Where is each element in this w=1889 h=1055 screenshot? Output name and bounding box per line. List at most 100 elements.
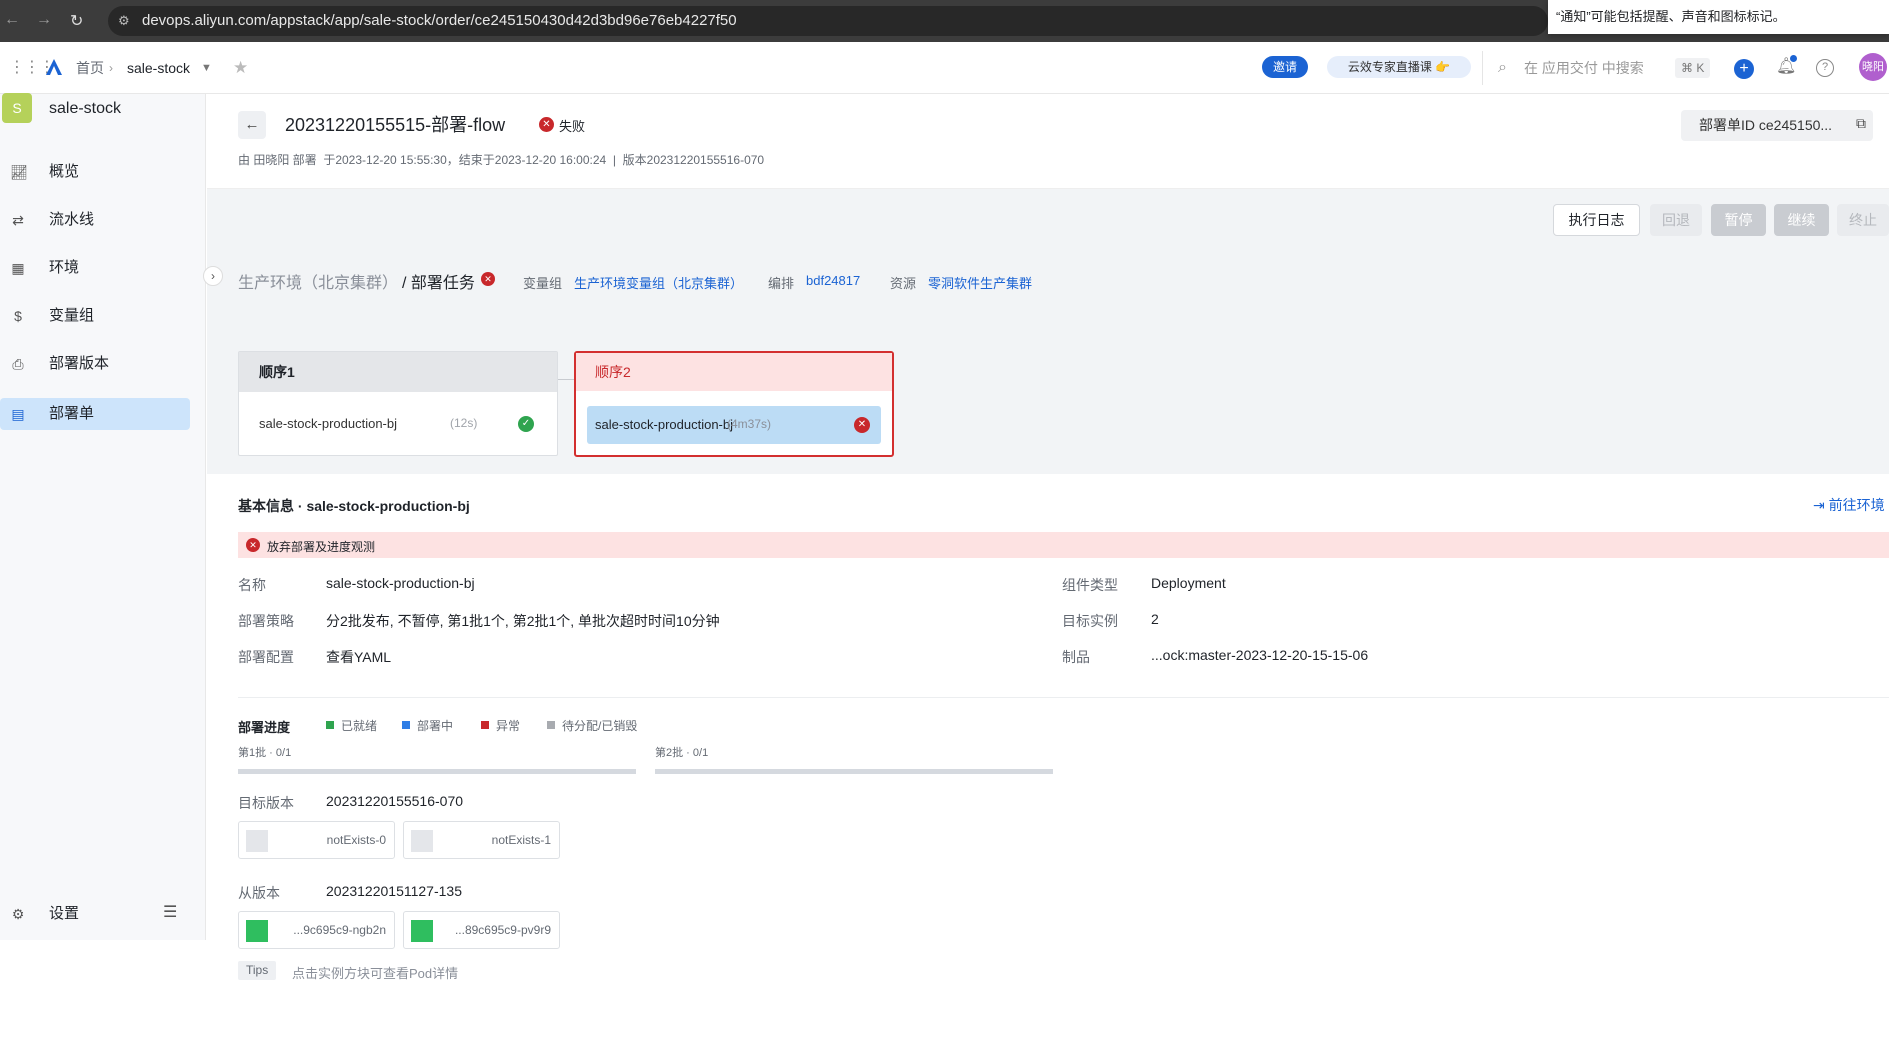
target-version-label: 目标版本 [238, 795, 294, 811]
pod-status-square [246, 830, 268, 852]
batch1-label: 第1批 · 0/1 [238, 747, 292, 759]
instances-value: 2 [1151, 611, 1159, 627]
search-input[interactable]: 在 应用交付 中搜索 [1524, 42, 1644, 94]
sidebar-item-environment[interactable]: ▦ 环境 [0, 252, 190, 284]
goto-label: 前往环境 [1828, 497, 1885, 513]
add-icon[interactable]: + [1734, 59, 1754, 79]
pod-name: notExists-1 [491, 833, 551, 847]
help-icon[interactable]: ? [1816, 59, 1834, 77]
goto-icon: ⇥ [1813, 497, 1829, 513]
sidebar-item-settings[interactable]: ⚙ 设置 [0, 898, 190, 930]
forward-icon[interactable]: → [36, 11, 52, 29]
sidebar-item-deploy-version[interactable]: ⎙ 部署版本 [0, 348, 190, 380]
resource-link[interactable]: 零洞软件生产集群 [928, 273, 1032, 292]
reload-icon[interactable]: ↻ [70, 11, 83, 31]
pod-name: ...9c695c9-ngb2n [293, 923, 386, 937]
sidebar-item-label: 设置 [49, 905, 80, 922]
resource-label: 资源 [890, 276, 917, 291]
collapse-sidebar-icon[interactable]: ☰ [163, 902, 177, 922]
breadcrumb-home[interactable]: 首页 [76, 42, 104, 94]
pod-name: notExists-0 [326, 833, 386, 847]
legend-pending: 待分配/已销毁 [547, 717, 637, 734]
notification-dot [1790, 55, 1797, 62]
sidebar-item-label: 概览 [49, 163, 80, 180]
type-value: Deployment [1151, 575, 1226, 591]
sidebar-item-label: 部署版本 [49, 355, 110, 372]
dollar-icon: $ [14, 308, 22, 324]
pod-instance[interactable]: ...9c695c9-ngb2n [238, 911, 395, 949]
search-shortcut: ⌘ K [1675, 58, 1711, 78]
sidebar-item-overview[interactable]: 📈︎ 概览 [0, 156, 190, 188]
legend-swatch [402, 721, 410, 729]
batch2-label: 第2批 · 0/1 [655, 747, 709, 759]
arrange-link[interactable]: bdf24817 [806, 273, 860, 288]
tips-tag: Tips [238, 961, 277, 980]
sidebar-item-variable-group[interactable]: $ 变量组 [0, 300, 190, 332]
target-version-value: 20231220155516-070 [326, 793, 464, 809]
order-id-chip: 部署单ID ce245150... [1681, 110, 1873, 141]
execution-log-button[interactable]: 执行日志 [1553, 204, 1640, 236]
sidebar-item-pipeline[interactable]: ⇄ 流水线 [0, 204, 190, 236]
stage-env: 生产环境（北京集群） [238, 275, 399, 292]
copy-icon[interactable]: ⧉ [1856, 115, 1866, 132]
page-title: 20231220155515-部署-flow [285, 115, 506, 135]
legend-error: 异常 [481, 717, 520, 734]
live-course-button[interactable]: 云效专家直播课 👉 [1327, 56, 1471, 78]
avatar[interactable]: 晓阳 [1859, 53, 1887, 81]
order-card-1: 顺序1 sale-stock-production-bj (12s) ✓ [238, 351, 558, 456]
sidebar-item-label: 部署单 [49, 405, 95, 422]
name-label: 名称 [238, 577, 266, 593]
task-duration: (12s) [450, 416, 478, 430]
failed-icon: ✕ [854, 417, 870, 433]
address-bar[interactable]: ⚙ devops.aliyun.com/appstack/app/sale-st… [108, 6, 1548, 36]
stop-button[interactable]: 终止 [1837, 204, 1889, 236]
breadcrumb-app[interactable]: sale-stock [127, 42, 190, 94]
progress-title: 部署进度 [238, 720, 291, 735]
browser-toolbar: ← → ↻ ⚙ devops.aliyun.com/appstack/app/s… [0, 0, 1889, 42]
logo-icon[interactable] [44, 57, 64, 77]
resume-button[interactable]: 继续 [1774, 204, 1829, 236]
from-version-value: 20231220151127-135 [326, 883, 462, 899]
legend-label: 异常 [496, 719, 521, 733]
order-card-2: 顺序2 sale-stock-production-bj (4m37s) ✕ [574, 351, 894, 457]
artifact-value: ...ock:master-2023-12-20-15-15-06 [1151, 647, 1369, 663]
task-item-active[interactable]: sale-stock-production-bj (4m37s) ✕ [587, 406, 881, 444]
view-yaml-link[interactable]: 查看YAML [326, 647, 391, 667]
breadcrumb-separator-icon: › [109, 61, 113, 75]
alert-text: 放弃部署及进度观测 [267, 540, 376, 554]
goto-environment-link[interactable]: ⇥ 前往环境 [1813, 495, 1885, 515]
expand-icon[interactable]: › [203, 266, 223, 286]
site-info-icon[interactable]: ⚙ [118, 6, 130, 36]
main-content: ← 20231220155515-部署-flow ✕ 失败 由 田晓阳 部署 于… [203, 94, 1889, 1055]
instances-label: 目标实例 [1062, 613, 1118, 629]
printer-icon: ⎙ [12, 356, 24, 372]
legend-label: 待分配/已销毁 [562, 719, 638, 733]
notification-popup: “通知”可能包括提醒、声音和图标标记。 [1548, 0, 1889, 34]
pod-instance[interactable]: notExists-1 [403, 821, 560, 859]
success-icon: ✓ [518, 416, 534, 432]
legend-swatch [326, 721, 334, 729]
divider [1482, 51, 1483, 85]
var-group-link[interactable]: 生产环境变量组（北京集群） [574, 273, 743, 292]
order-title: 顺序2 [576, 353, 892, 391]
url-text: devops.aliyun.com/appstack/app/sale-stoc… [142, 12, 737, 29]
order-id: 部署单ID ce245150... [1699, 117, 1833, 133]
star-icon[interactable]: ★ [233, 42, 248, 94]
order-title: 顺序1 [239, 352, 557, 392]
legend-deploying: 部署中 [402, 717, 453, 734]
task-name: sale-stock-production-bj [595, 417, 734, 432]
caret-down-icon[interactable]: ▼ [201, 42, 212, 94]
top-navigation: ⋮⋮⋮ 首页 › sale-stock ▼ ★ 邀请 云效专家直播课 👉 ⌕ 在… [0, 42, 1889, 94]
pod-instance[interactable]: ...89c695c9-pv9r9 [403, 911, 560, 949]
rollback-button[interactable]: 回退 [1650, 204, 1702, 236]
pod-instance[interactable]: notExists-0 [238, 821, 395, 859]
task-name[interactable]: sale-stock-production-bj [259, 416, 397, 431]
back-button[interactable]: ← [238, 111, 266, 139]
tips-text: 点击实例方块可查看Pod详情 [292, 966, 459, 981]
invite-button[interactable]: 邀请 [1262, 56, 1309, 78]
task-duration: (4m37s) [727, 417, 772, 431]
pod-status-square [411, 830, 433, 852]
sidebar-item-deploy-order[interactable]: ▤ 部署单 [0, 398, 190, 430]
artifact-label: 制品 [1062, 649, 1090, 665]
pause-button[interactable]: 暂停 [1711, 204, 1766, 236]
